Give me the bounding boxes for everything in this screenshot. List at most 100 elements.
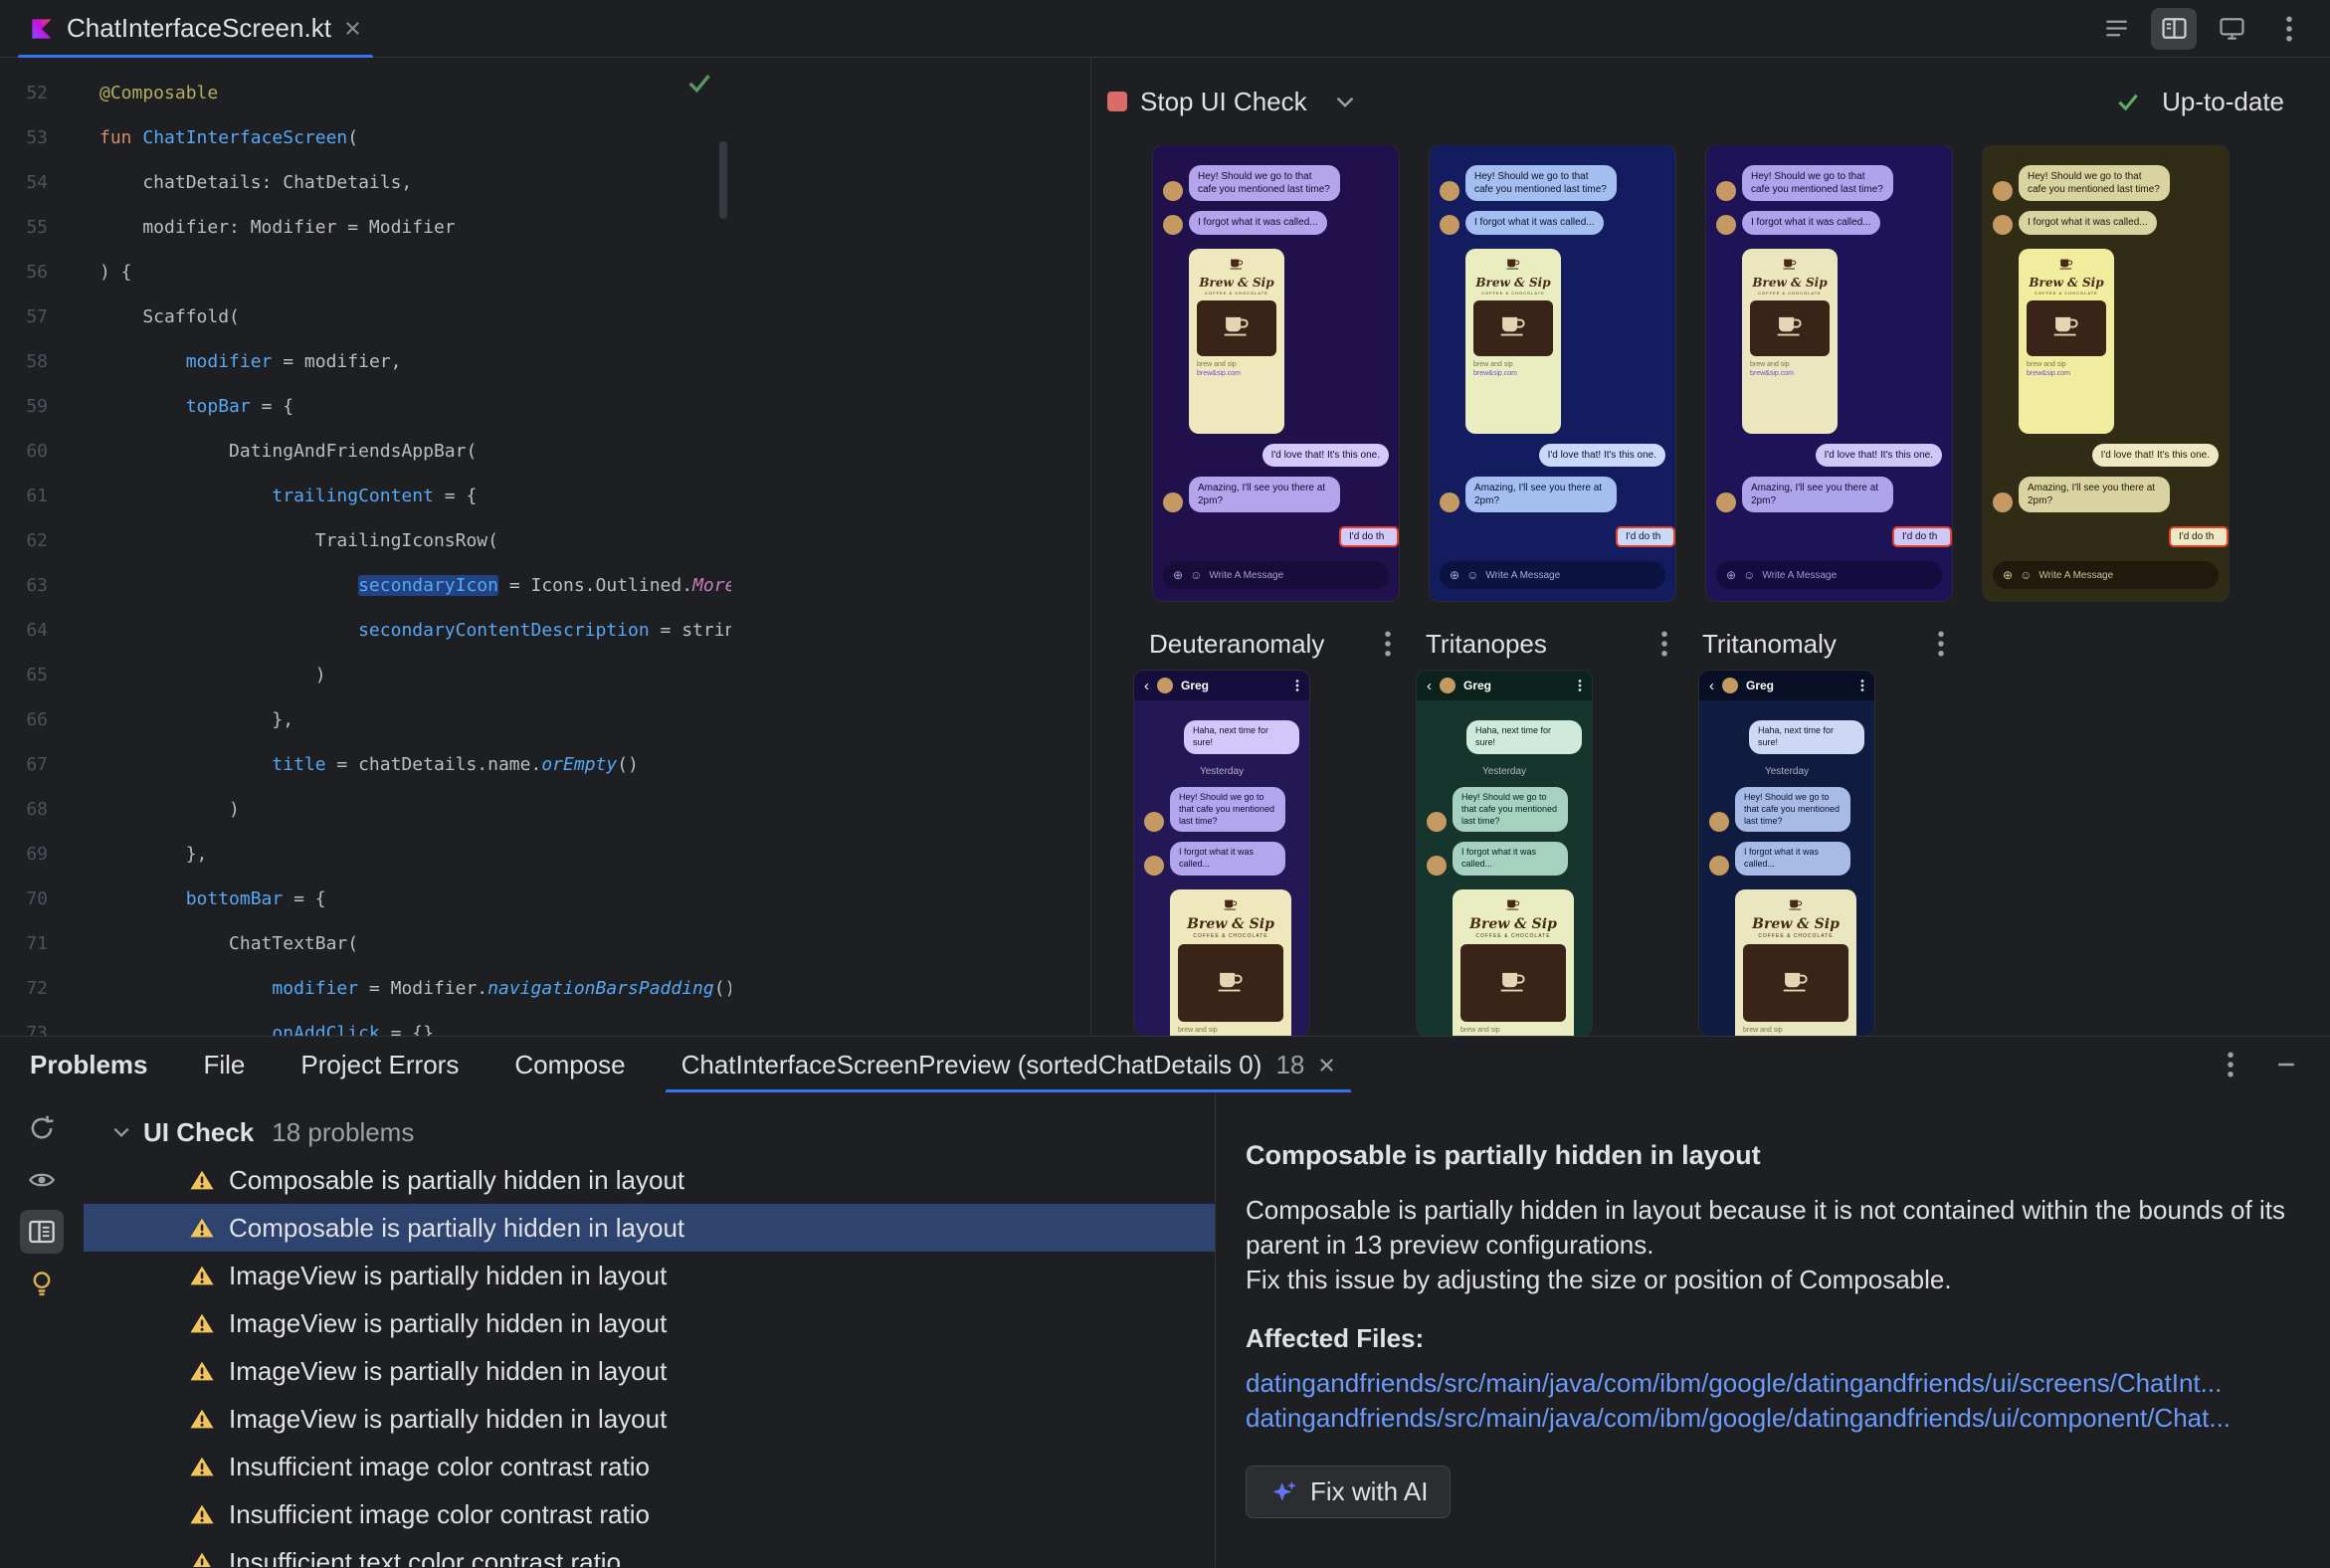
code-line[interactable]: 68 ) [0,787,731,832]
emoji-icon[interactable]: ☺ [2020,569,2032,581]
brew-sip-link[interactable]: brew&sip.com [1197,370,1276,377]
brew-sip-card[interactable]: Brew & Sip COFFEE & CHOCOLATE brew and sip… [1742,248,1838,434]
brew-sip-card[interactable]: Brew & Sip COFFEE & CHOCOLATE brew and sip… [1453,889,1574,1036]
back-icon[interactable]: ‹ [1709,679,1714,693]
code-line[interactable]: 69 }, [0,832,731,877]
chevron-down-icon[interactable] [113,1127,129,1137]
code-line[interactable]: 56) { [0,250,731,294]
code-line[interactable]: 67 title = chatDetails.name.orEmpty() [0,742,731,787]
more-icon[interactable] [1295,680,1299,691]
chat-preview-phone[interactable]: Hey! Should we go to that cafe you menti… [1983,145,2229,601]
split-editor-icon[interactable] [2151,7,2197,50]
problems-panel-title[interactable]: Problems [30,1050,148,1080]
problem-item[interactable]: Composable is partially hidden in layout [84,1204,1215,1252]
message-input[interactable]: ⊕ ☺ Write A Message [1993,561,2219,590]
add-attachment-icon[interactable]: ⊕ [2003,569,2013,581]
tab-compose[interactable]: Compose [514,1037,625,1092]
chat-preview-phone[interactable]: Hey! Should we go to that cafe you menti… [1430,145,1675,601]
problem-item[interactable]: Insufficient image color contrast ratio [84,1490,1215,1538]
back-icon[interactable]: ‹ [1144,679,1149,693]
structure-view-icon[interactable] [2093,8,2139,50]
brew-sip-card[interactable]: Brew & Sip COFFEE & CHOCOLATE brew and sip… [1465,248,1561,434]
emoji-icon[interactable]: ☺ [1190,569,1202,581]
emoji-icon[interactable]: ☺ [1743,569,1755,581]
code-line[interactable]: 73 onAddClick = {} [0,1011,731,1036]
more-options-icon[interactable] [2211,1046,2250,1083]
code-line[interactable]: 54 chatDetails: ChatDetails, [0,160,731,205]
chat-preview-phone[interactable]: Hey! Should we go to that cafe you menti… [1706,145,1952,601]
more-icon[interactable] [1380,627,1396,661]
code-line[interactable]: 72 modifier = Modifier.navigationBarsPad… [0,966,731,1011]
chat-preview-phone[interactable]: ‹ Greg Haha, next time for sure! Yesterday H… [1134,671,1309,1036]
emoji-icon[interactable]: ☺ [1466,569,1478,581]
code-line[interactable]: 57 Scaffold( [0,294,731,339]
problem-item[interactable]: ImageView is partially hidden in layout [84,1347,1215,1395]
code-line[interactable]: 58 modifier = modifier, [0,339,731,384]
close-tab-icon[interactable] [1318,1057,1335,1074]
problem-item[interactable]: ImageView is partially hidden in layout [84,1252,1215,1299]
code-line[interactable]: 55 modifier: Modifier = Modifier [0,205,731,250]
chevron-down-icon[interactable] [1336,97,1354,107]
brew-sip-card[interactable]: Brew & Sip COFFEE & CHOCOLATE brew and sip… [2019,248,2114,434]
code-line[interactable]: 53 fun ChatInterfaceScreen( [0,115,731,160]
more-icon[interactable] [1933,627,1949,661]
message-input[interactable]: ⊕ ☺ Write A Message [1716,561,1942,590]
more-icon[interactable] [1656,627,1672,661]
add-attachment-icon[interactable]: ⊕ [1173,569,1183,581]
code-line[interactable]: 52 @Composable [0,71,731,115]
chat-preview-phone[interactable]: ‹ Greg Haha, next time for sure! Yesterday H… [1417,671,1592,1036]
add-attachment-icon[interactable]: ⊕ [1450,569,1459,581]
tab-preview[interactable]: ChatInterfaceScreenPreview (sortedChatDe… [665,1037,1352,1092]
line-number: 62 [26,530,48,551]
brew-sip-link[interactable]: brew&sip.com [1750,370,1830,377]
code-line[interactable]: 71 ChatTextBar( [0,921,731,966]
stop-ui-check-button[interactable]: Stop UI Check [1140,87,1307,117]
chat-preview-phone[interactable]: Hey! Should we go to that cafe you menti… [1153,145,1399,601]
refresh-icon[interactable] [20,1106,64,1150]
more-icon[interactable] [1578,680,1582,691]
problem-item[interactable]: Composable is partially hidden in layout [84,1156,1215,1204]
back-icon[interactable]: ‹ [1427,679,1432,693]
code-line[interactable]: 66 }, [0,697,731,742]
problem-item[interactable]: Insufficient text color contrast ratio [84,1538,1215,1567]
lightbulb-icon[interactable] [20,1262,64,1305]
affected-file-link[interactable]: datingandfriends/src/main/java/com/ibm/g… [1246,1401,2300,1436]
more-options-icon[interactable] [2266,8,2312,50]
tab-project-errors[interactable]: Project Errors [300,1037,459,1092]
device-preview-icon[interactable] [2209,8,2254,50]
problem-item[interactable]: ImageView is partially hidden in layout [84,1395,1215,1443]
code-line[interactable]: 62 TrailingIconsRow( [0,518,731,563]
brew-sip-card[interactable]: Brew & Sip COFFEE & CHOCOLATE brew and sip… [1189,248,1284,434]
details-view-icon[interactable] [20,1210,64,1254]
code-line[interactable]: 65 ) [0,653,731,697]
close-tab-icon[interactable] [344,20,361,37]
code-line[interactable]: 63 secondaryIcon = Icons.Outlined.More [0,563,731,608]
chat-preview-phone[interactable]: ‹ Greg Haha, next time for sure! Yesterday H… [1699,671,1874,1036]
brew-sip-link[interactable]: brew&sip.com [2027,370,2106,377]
problem-group[interactable]: UI Check 18 problems [84,1108,1215,1156]
brew-sip-card[interactable]: Brew & Sip COFFEE & CHOCOLATE brew and sip… [1170,889,1291,1036]
coffee-cup-icon [1505,897,1521,915]
tab-file[interactable]: File [204,1037,246,1092]
code-line[interactable]: 59 topBar = { [0,384,731,429]
code-editor[interactable]: 52 @Composable 53 fun ChatInterfaceScreen(5… [0,58,731,1036]
brew-sip-card[interactable]: Brew & Sip COFFEE & CHOCOLATE brew and sip… [1735,889,1856,1036]
preview-eye-icon[interactable] [20,1158,64,1202]
code-line[interactable]: 64 secondaryContentDescription = strin [0,608,731,653]
minimize-icon[interactable] [2266,1046,2306,1083]
affected-file-link[interactable]: datingandfriends/src/main/java/com/ibm/g… [1246,1366,2300,1401]
problem-item[interactable]: ImageView is partially hidden in layout [84,1299,1215,1347]
more-icon[interactable] [1860,680,1864,691]
brew-sip-link[interactable]: brew&sip.com [1473,370,1553,377]
add-attachment-icon[interactable]: ⊕ [1726,569,1736,581]
code-line[interactable]: 61 trailingContent = { [0,474,731,518]
fix-with-ai-button[interactable]: Fix with AI [1246,1466,1452,1518]
inspections-ok-icon[interactable] [687,72,711,98]
message-input[interactable]: ⊕ ☺ Write A Message [1163,561,1389,590]
code-line[interactable]: 60 DatingAndFriendsAppBar( [0,429,731,474]
message-input[interactable]: ⊕ ☺ Write A Message [1440,561,1665,590]
problem-item[interactable]: Insufficient image color contrast ratio [84,1443,1215,1490]
editor-scrollbar[interactable] [719,141,727,219]
code-line[interactable]: 70 bottomBar = { [0,877,731,921]
editor-tab[interactable]: ChatInterfaceScreen.kt [18,0,373,58]
